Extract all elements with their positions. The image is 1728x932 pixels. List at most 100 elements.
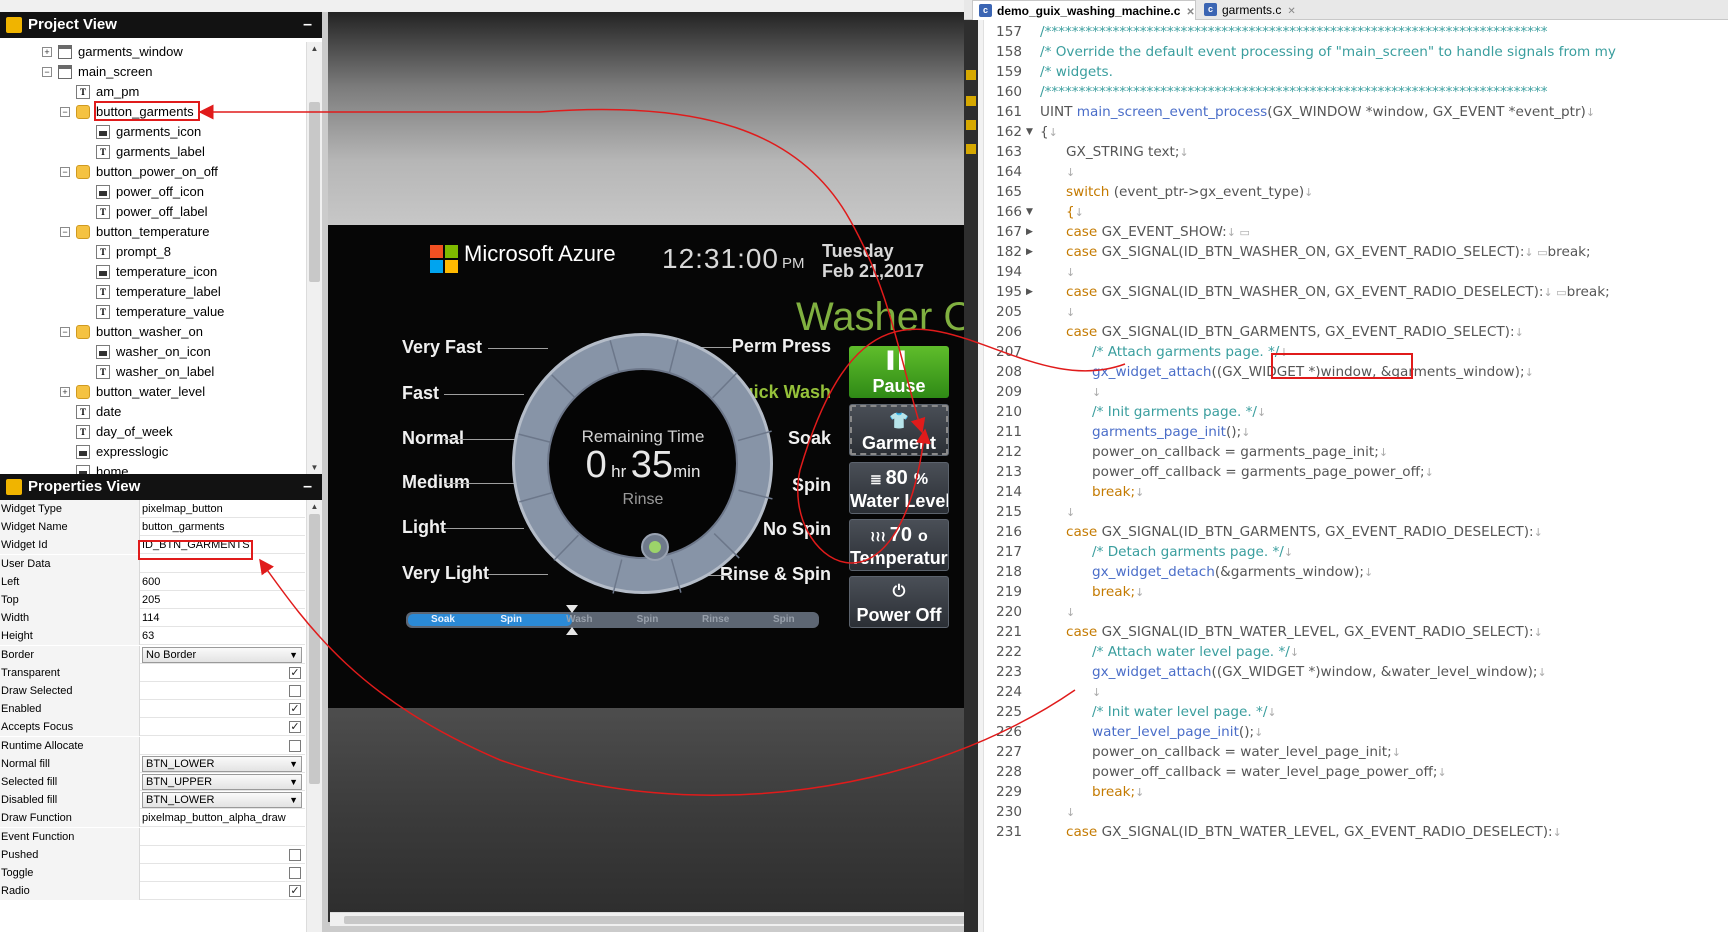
fold-toggle-icon[interactable]: ▶ <box>1026 222 1033 242</box>
editor-tab[interactable]: c garments.c ✕ <box>1198 0 1296 20</box>
fold-toggle-icon[interactable]: ▶ <box>1026 282 1033 302</box>
property-row-normal-fill: Normal fill BTN_LOWER ▼ <box>0 754 305 773</box>
tree-item-home[interactable]: home <box>0 462 300 474</box>
property-value-field[interactable]: 63 <box>141 627 305 645</box>
text-widget-icon: T <box>96 285 110 299</box>
water-level-button[interactable]: ≣ 80% Water Level <box>849 462 949 514</box>
fold-toggle-icon[interactable]: ▶ <box>1026 242 1033 262</box>
code-token: ↓ <box>1092 686 1102 699</box>
expand-icon[interactable]: + <box>60 387 70 397</box>
collapse-icon[interactable]: − <box>60 327 70 337</box>
close-tab-icon[interactable]: ✕ <box>1186 7 1194 18</box>
line-number: 182 <box>996 244 1022 260</box>
mode-option[interactable]: Very Light <box>402 563 489 584</box>
property-value-field[interactable]: 114 <box>141 609 305 627</box>
property-dropdown[interactable]: No Border ▼ <box>142 646 302 663</box>
tree-item-power-off-icon[interactable]: power_off_icon <box>0 182 300 202</box>
line-number: 230 <box>996 804 1022 820</box>
temperature-button[interactable]: ≀≀≀ 70 o Temperature <box>849 519 949 571</box>
dial-knob[interactable] <box>641 533 669 561</box>
tree-item-garments-label[interactable]: Tgarments_label <box>0 142 300 162</box>
code-text: UINT main_screen_event_process(GX_WINDOW… <box>1040 102 1595 123</box>
mode-option[interactable]: Spin <box>792 475 831 496</box>
code-token: (); <box>1238 724 1255 740</box>
button-widget-icon <box>76 225 90 239</box>
tree-item-button-water-level[interactable]: + button_water_level <box>0 382 300 402</box>
tree-item-button-washer-on[interactable]: − button_washer_on <box>0 322 300 342</box>
tree-item-washer-on-icon[interactable]: washer_on_icon <box>0 342 300 362</box>
tree-item-prompt-8[interactable]: Tprompt_8 <box>0 242 300 262</box>
code-token: ↓ <box>1304 186 1314 199</box>
line-number: 231 <box>996 824 1022 840</box>
panel-minimize-icon[interactable]: – <box>303 474 312 500</box>
panel-minimize-icon[interactable]: – <box>303 12 312 38</box>
tree-item-washer-on-label[interactable]: Twasher_on_label <box>0 362 300 382</box>
property-value-field[interactable]: pixelmap_button <box>141 500 305 518</box>
code-editor: c demo_guix_washing_machine.c ✕ c garments.c… <box>964 0 1728 932</box>
garment-button[interactable]: 👕 Garment <box>849 404 949 456</box>
power-off-button[interactable]: ⏻ Power Off <box>849 576 949 628</box>
mode-option[interactable]: Fast <box>402 383 439 404</box>
button-label: Temperature <box>850 548 949 568</box>
collapse-icon[interactable]: − <box>42 67 52 77</box>
editor-tab[interactable]: c demo_guix_washing_machine.c ✕ <box>972 0 1196 20</box>
tree-item-power-off-label[interactable]: Tpower_off_label <box>0 202 300 222</box>
tree-item-am-pm[interactable]: Tam_pm <box>0 82 300 102</box>
tree-item-garments-icon[interactable]: garments_icon <box>0 122 300 142</box>
canvas-horizontal-scrollbar[interactable] <box>330 912 1040 926</box>
property-checkbox[interactable]: ✓ <box>289 885 301 898</box>
collapse-icon[interactable]: − <box>60 107 70 117</box>
pause-button[interactable]: ▌▌ Pause <box>849 346 949 398</box>
property-value-field[interactable]: button_garments <box>141 518 305 536</box>
tree-item-button-temperature[interactable]: − button_temperature <box>0 222 300 242</box>
property-dropdown[interactable]: BTN_UPPER ▼ <box>142 774 302 790</box>
day-of-week: Tuesday <box>822 241 894 261</box>
code-text: gx_widget_detach(&garments_window);↓ <box>1092 562 1373 583</box>
expand-icon[interactable]: + <box>42 47 52 57</box>
mode-option[interactable]: Light <box>402 517 446 538</box>
tree-item-expresslogic[interactable]: expresslogic <box>0 442 300 462</box>
collapse-icon[interactable]: − <box>60 227 70 237</box>
line-number: 195 <box>996 284 1022 300</box>
code-token: gx_widget_attach <box>1092 364 1212 380</box>
collapse-icon[interactable]: − <box>60 167 70 177</box>
line-number: 223 <box>996 664 1022 680</box>
tree-item-button-power-on-off[interactable]: − button_power_on_off <box>0 162 300 182</box>
tree-item-day-of-week[interactable]: Tday_of_week <box>0 422 300 442</box>
tree-item-temperature-icon[interactable]: temperature_icon <box>0 262 300 282</box>
code-token: ↓ <box>1066 506 1076 519</box>
property-value-field[interactable]: 205 <box>141 591 305 609</box>
property-value-field[interactable]: 600 <box>141 573 305 591</box>
tree-item-temperature-label[interactable]: Ttemperature_label <box>0 282 300 302</box>
property-checkbox[interactable]: ✓ <box>289 721 301 734</box>
code-text: {↓ <box>1040 122 1058 143</box>
tree-item-garments-window[interactable]: + garments_window <box>0 42 300 62</box>
code-text: ↓ <box>1066 502 1075 523</box>
code-token: ↓ <box>1066 806 1076 819</box>
mode-option[interactable]: Very Fast <box>402 337 482 358</box>
tree-item-temperature-value[interactable]: Ttemperature_value <box>0 302 300 322</box>
tree-item-label: am_pm <box>96 84 140 99</box>
mode-option[interactable]: Soak <box>788 428 831 449</box>
code-token: garments_page_init <box>1092 424 1226 440</box>
property-checkbox[interactable] <box>289 848 301 861</box>
property-checkbox[interactable]: ✓ <box>289 703 301 716</box>
property-checkbox[interactable] <box>289 867 301 879</box>
property-value-field[interactable] <box>141 828 305 846</box>
project-tree-scrollbar[interactable]: ▲ ▼ <box>306 42 322 474</box>
progress-step-label: Spin <box>772 614 795 625</box>
close-tab-icon[interactable]: ✕ <box>1287 6 1295 17</box>
property-dropdown[interactable]: BTN_LOWER ▼ <box>142 755 302 772</box>
property-checkbox[interactable] <box>289 739 301 752</box>
property-checkbox[interactable] <box>289 685 301 697</box>
properties-scrollbar[interactable]: ▲ <box>306 500 322 932</box>
property-value-field[interactable]: pixelmap_button_alpha_draw <box>141 809 305 827</box>
fold-toggle-icon[interactable]: ▼ <box>1026 202 1033 222</box>
property-label: Disabled fill <box>0 791 140 810</box>
fold-toggle-icon[interactable]: ▼ <box>1026 122 1033 142</box>
tree-item-date[interactable]: Tdate <box>0 402 300 422</box>
editor-text-area[interactable]: 157 /************************************… <box>984 22 1728 932</box>
property-checkbox[interactable]: ✓ <box>289 666 301 679</box>
tree-item-main-screen[interactable]: − main_screen <box>0 62 300 82</box>
property-dropdown[interactable]: BTN_LOWER ▼ <box>142 792 302 809</box>
